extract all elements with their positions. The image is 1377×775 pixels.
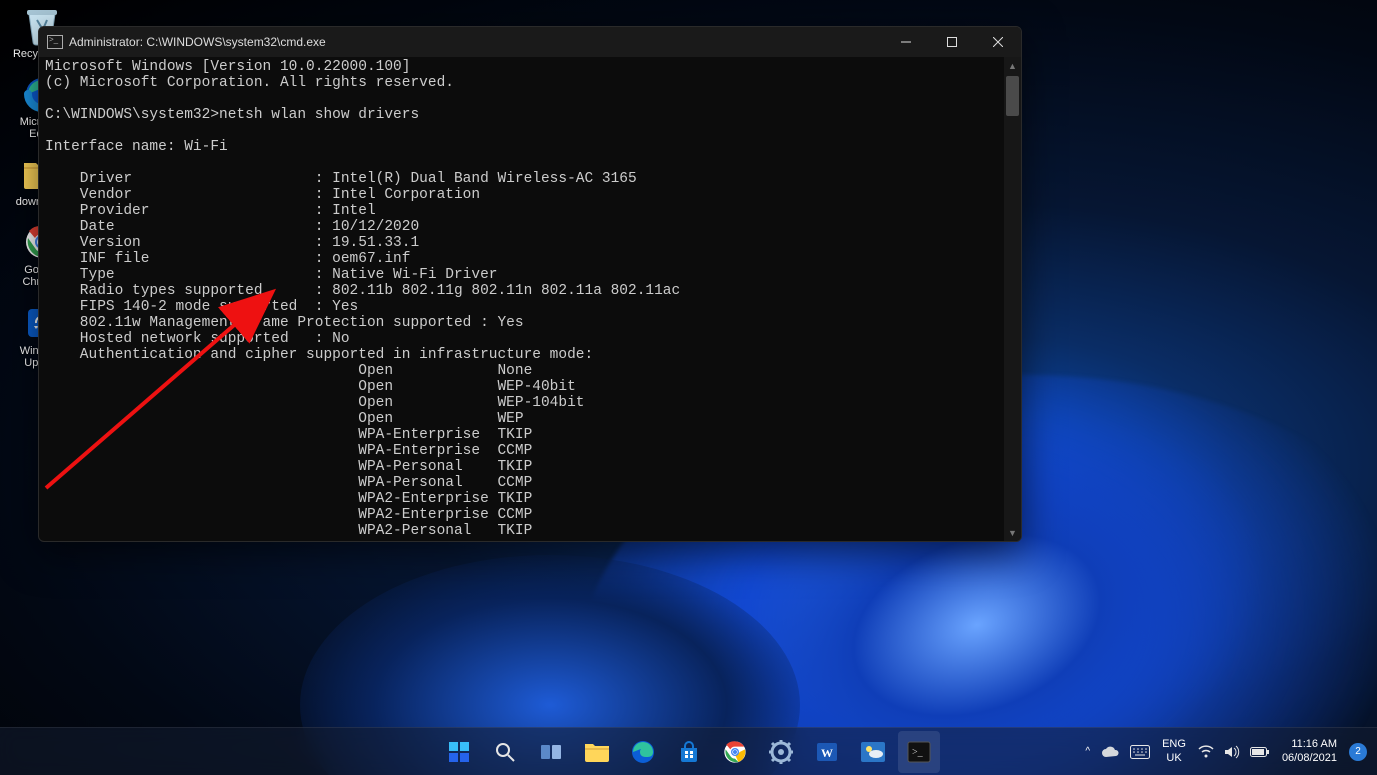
cmd-scrollbar[interactable]: ▲ ▼: [1004, 57, 1021, 541]
tray-chevron-icon[interactable]: ^: [1085, 746, 1090, 757]
clock-time: 11:16 AM: [1282, 738, 1337, 751]
volume-icon: [1224, 745, 1240, 759]
svg-text:>_: >_: [912, 747, 924, 758]
lang-top: ENG: [1162, 738, 1186, 751]
cmd-window: Administrator: C:\WINDOWS\system32\cmd.e…: [38, 26, 1022, 542]
scroll-thumb[interactable]: [1006, 76, 1019, 116]
taskbar: W >_ ^ ENG UK 11:16 AM 06/08/2021 2: [0, 727, 1377, 775]
scroll-down-arrow-icon[interactable]: ▼: [1004, 524, 1021, 541]
taskbar-start-button[interactable]: [438, 731, 480, 773]
cmd-icon: [47, 35, 63, 49]
scroll-up-arrow-icon[interactable]: ▲: [1004, 57, 1021, 74]
clock-date: 06/08/2021: [1282, 752, 1337, 765]
taskbar-center: W >_: [438, 731, 940, 773]
svg-text:W: W: [821, 746, 833, 760]
taskbar-search-button[interactable]: [484, 731, 526, 773]
taskbar-clock[interactable]: 11:16 AM 06/08/2021: [1282, 738, 1337, 764]
minimize-button[interactable]: [883, 27, 929, 57]
taskbar-settings-button[interactable]: [760, 731, 802, 773]
maximize-button[interactable]: [929, 27, 975, 57]
notification-badge[interactable]: 2: [1349, 743, 1367, 761]
cmd-titlebar[interactable]: Administrator: C:\WINDOWS\system32\cmd.e…: [39, 27, 1021, 57]
taskbar-weather-button[interactable]: [852, 731, 894, 773]
taskbar-taskview-button[interactable]: [530, 731, 572, 773]
onedrive-icon[interactable]: [1102, 746, 1120, 758]
lang-bottom: UK: [1162, 752, 1186, 765]
taskbar-edge-button[interactable]: [622, 731, 664, 773]
close-button[interactable]: [975, 27, 1021, 57]
touch-keyboard-icon[interactable]: [1130, 745, 1150, 759]
taskbar-tray: ^ ENG UK 11:16 AM 06/08/2021 2: [1085, 738, 1367, 764]
battery-icon: [1250, 746, 1270, 758]
system-status-group[interactable]: [1198, 745, 1270, 759]
cmd-output[interactable]: Microsoft Windows [Version 10.0.22000.10…: [39, 57, 1004, 541]
cmd-title: Administrator: C:\WINDOWS\system32\cmd.e…: [69, 35, 326, 49]
taskbar-store-button[interactable]: [668, 731, 710, 773]
taskbar-chrome-button[interactable]: [714, 731, 756, 773]
language-indicator[interactable]: ENG UK: [1162, 738, 1186, 764]
taskbar-cmd-button[interactable]: >_: [898, 731, 940, 773]
taskbar-word-button[interactable]: W: [806, 731, 848, 773]
wifi-icon: [1198, 745, 1214, 759]
taskbar-file-explorer-button[interactable]: [576, 731, 618, 773]
